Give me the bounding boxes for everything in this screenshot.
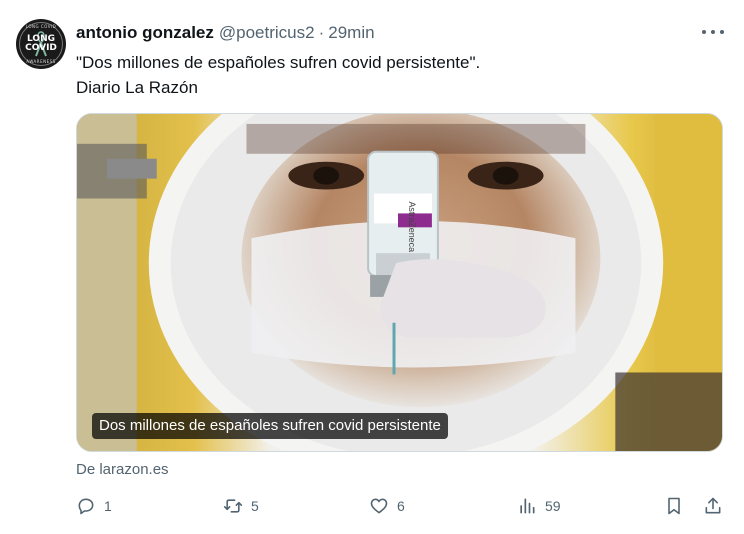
- share-button[interactable]: [703, 494, 723, 518]
- views-icon: [520, 498, 535, 514]
- reply-icon: [78, 498, 94, 515]
- author-handle[interactable]: @poetricus2: [219, 23, 315, 43]
- tweet-text: "Dos millones de españoles sufren covid …: [76, 50, 480, 100]
- avatar-arc-top: LONG COVID: [25, 24, 57, 29]
- link-card[interactable]: AstraZeneca Dos millones de españoles su…: [76, 113, 723, 452]
- share-icon: [705, 497, 721, 514]
- bookmark-icon: [668, 497, 680, 515]
- retweet-button[interactable]: 5: [223, 494, 259, 518]
- retweet-count: 5: [251, 498, 259, 514]
- more-dot: [711, 30, 715, 34]
- card-source[interactable]: De larazon.es: [76, 461, 169, 478]
- tweet-text-line2: Diario La Razón: [76, 78, 198, 97]
- tweet-header: antonio gonzalez @poetricus2 · 29min: [76, 23, 375, 43]
- reply-button[interactable]: 1: [76, 494, 112, 518]
- avatar[interactable]: LONG COVID LONG COVID AWARENESS: [16, 19, 66, 69]
- action-bar: 1 5 6 59: [76, 494, 726, 518]
- avatar-text: LONG COVID: [25, 35, 57, 53]
- bookmark-button[interactable]: [664, 494, 684, 518]
- more-dots-icon[interactable]: [702, 22, 724, 42]
- tweet[interactable]: LONG COVID LONG COVID AWARENESS antonio …: [0, 0, 744, 534]
- more-dot: [702, 30, 706, 34]
- avatar-arc-bottom: AWARENESS: [26, 59, 56, 64]
- card-image: AstraZeneca: [77, 114, 722, 451]
- tweet-text-line1: "Dos millones de españoles sufren covid …: [76, 53, 481, 72]
- vial-label: AstraZeneca: [407, 201, 417, 252]
- avatar-text-line2: COVID: [25, 43, 57, 53]
- like-count: 6: [397, 498, 405, 514]
- views-count: 59: [545, 498, 561, 514]
- author-name[interactable]: antonio gonzalez: [76, 23, 214, 43]
- views-button[interactable]: 59: [517, 494, 561, 518]
- retweet-icon: [223, 499, 243, 513]
- more-dot: [720, 30, 724, 34]
- like-button[interactable]: 6: [369, 494, 405, 518]
- reply-count: 1: [104, 498, 112, 514]
- card-caption: Dos millones de españoles sufren covid p…: [92, 413, 448, 439]
- timestamp[interactable]: 29min: [328, 23, 374, 43]
- heart-icon: [370, 498, 388, 514]
- separator-dot: ·: [318, 23, 325, 42]
